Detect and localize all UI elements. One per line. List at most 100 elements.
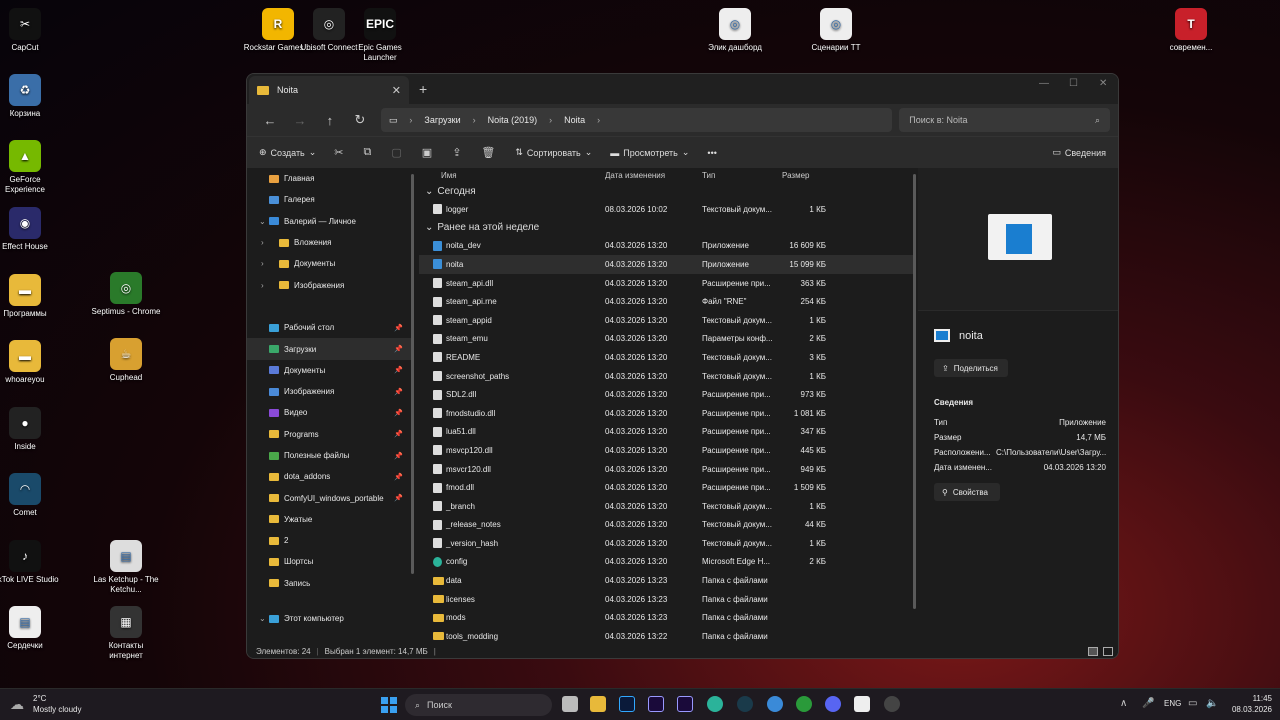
sidebar-item[interactable]: ComfyUI_windows_portable 📌	[247, 487, 413, 508]
file-row[interactable]: steam_api.rne 04.03.2026 13:20 Файл "RNE" 2…	[419, 292, 914, 311]
close-window-button[interactable]: ✕	[1099, 78, 1107, 89]
file-row[interactable]: steam_appid 04.03.2026 13:20 Текстовый док…	[419, 311, 914, 330]
file-row[interactable]: msvcp120.dll 04.03.2026 13:20 Расширение п…	[419, 441, 914, 460]
file-row[interactable]: noita 04.03.2026 13:20 Приложение 15 099 КБ	[419, 255, 914, 274]
file-row[interactable]: data 04.03.2026 13:23 Папка с файлами	[419, 571, 914, 590]
column-name[interactable]: Имя	[441, 171, 457, 180]
file-row[interactable]: _branch 04.03.2026 13:20 Текстовый докум..…	[419, 497, 914, 516]
chrome-icon[interactable]	[796, 696, 812, 712]
weather-icon[interactable]: ☁	[10, 696, 24, 713]
new-tab-button[interactable]: +	[419, 81, 427, 97]
sidebar-item[interactable]: Рабочий стол 📌	[247, 317, 413, 338]
forward-button[interactable]: →	[285, 113, 315, 128]
sidebar-item[interactable]: › Вложения	[247, 232, 413, 253]
sidebar-item[interactable]: › Документы	[247, 253, 413, 274]
sidebar-item[interactable]: Видео 📌	[247, 402, 413, 423]
start-button[interactable]	[381, 697, 397, 713]
file-row[interactable]: README 04.03.2026 13:20 Текстовый докум...…	[419, 348, 914, 367]
desktop-icon[interactable]: ◎ Элик дашборд	[700, 8, 770, 53]
minimize-button[interactable]: —	[1039, 78, 1049, 89]
sidebar-item[interactable]: Шортсы	[247, 551, 413, 572]
desktop-icon[interactable]: ▲ GeForce Experience	[0, 140, 60, 195]
search-input[interactable]: Поиск в: Noita ⌕	[899, 108, 1111, 132]
file-explorer-taskbar-icon[interactable]	[590, 696, 606, 712]
edge-icon[interactable]	[707, 696, 723, 712]
file-row[interactable]: licenses 04.03.2026 13:23 Папка с файлами	[419, 590, 914, 609]
refresh-button[interactable]: ↻	[345, 112, 375, 128]
desktop-icon[interactable]: ◎ Сценарии ТТ	[801, 8, 871, 53]
file-row[interactable]: msvcr120.dll 04.03.2026 13:20 Расширение п…	[419, 460, 914, 479]
more-button[interactable]: •••	[707, 148, 716, 158]
group-header-today[interactable]: ⌄ Сегодня	[419, 182, 914, 200]
sidebar-item[interactable]: ⌄ Валерий — Личное	[247, 211, 413, 232]
breadcrumb-item[interactable]: Noita	[564, 115, 585, 125]
desktop-icon[interactable]: ▤ Las Ketchup - The Ketchu...	[91, 540, 161, 595]
file-row[interactable]: mods 04.03.2026 13:23 Папка с файлами	[419, 608, 914, 627]
breadcrumb-item[interactable]: Загрузки	[424, 115, 460, 125]
details-view-toggle[interactable]	[1088, 647, 1098, 656]
sidebar-item[interactable]: Ужатые	[247, 509, 413, 530]
desktop-icon[interactable]: ♪ TikTok LIVE Studio	[0, 540, 60, 585]
maximize-button[interactable]: ☐	[1069, 78, 1078, 89]
chevron-right-icon[interactable]: ›	[261, 259, 264, 268]
tab-close-button[interactable]: ✕	[392, 84, 401, 97]
task-view-icon[interactable]	[562, 696, 578, 712]
sidebar-item[interactable]: Programs 📌	[247, 424, 413, 445]
file-row[interactable]: noita_dev 04.03.2026 13:20 Приложение 16 60…	[419, 237, 914, 256]
desktop-icon[interactable]: ▬ Программы	[0, 274, 60, 319]
file-row[interactable]: logger 08.03.2026 10:02 Текстовый докум...…	[419, 200, 914, 219]
file-row[interactable]: config 04.03.2026 13:20 Microsoft Edge H..…	[419, 553, 914, 572]
photoshop-icon[interactable]	[619, 696, 635, 712]
clock-time[interactable]: 11:45	[1232, 694, 1272, 703]
cut-icon[interactable]: ✂	[334, 146, 343, 159]
desktop-icon[interactable]: ▦ Контакты интернет	[91, 606, 161, 661]
properties-button[interactable]: ⚲ Свойства	[934, 483, 1000, 501]
desktop-icon[interactable]: ▬ whoareyou	[0, 340, 60, 385]
language-indicator[interactable]: ENG	[1164, 699, 1181, 708]
after-effects-icon[interactable]	[677, 696, 693, 712]
sidebar-item[interactable]: Загрузки 📌	[247, 338, 413, 360]
file-row[interactable]: fmodstudio.dll 04.03.2026 13:20 Расширение…	[419, 404, 914, 423]
tab-noita[interactable]: Noita ✕	[249, 76, 409, 104]
column-date[interactable]: Дата изменения	[605, 171, 665, 180]
up-button[interactable]: ↑	[315, 113, 345, 128]
view-button[interactable]: ▬ Просмотреть ⌄	[610, 147, 689, 158]
rename-icon[interactable]: ▣	[422, 146, 432, 159]
file-row[interactable]: lua51.dll 04.03.2026 13:20 Расширение при.…	[419, 423, 914, 442]
file-row[interactable]: screenshot_paths 04.03.2026 13:20 Текстовы…	[419, 367, 914, 386]
desktop-icon[interactable]: ● Inside	[0, 407, 60, 452]
breadcrumb-item[interactable]: Noita (2019)	[488, 115, 538, 125]
sidebar-item[interactable]: Галерея	[247, 189, 413, 210]
noita-taskbar-icon[interactable]	[854, 696, 870, 712]
volume-icon[interactable]: 🔈	[1206, 698, 1218, 709]
delete-icon[interactable]: 🗑	[481, 146, 495, 159]
file-row[interactable]: SDL2.dll 04.03.2026 13:20 Расширение при..…	[419, 385, 914, 404]
clock-date[interactable]: 08.03.2026	[1222, 705, 1272, 714]
network-icon[interactable]: ▭	[1188, 698, 1197, 709]
sidebar-item[interactable]: Документы 📌	[247, 360, 413, 381]
create-button[interactable]: ⊕ Создать ⌄	[259, 147, 316, 158]
chevron-down-icon[interactable]: ⌄	[259, 217, 266, 226]
desktop-icon[interactable]: Tсовремен...	[1156, 8, 1226, 53]
microphone-icon[interactable]: 🎤	[1142, 698, 1154, 709]
sidebar-item[interactable]: Изображения 📌	[247, 381, 413, 402]
chevron-down-icon[interactable]: ⌄	[259, 614, 266, 623]
column-type[interactable]: Тип	[702, 171, 715, 180]
file-row[interactable]: fmod.dll 04.03.2026 13:20 Расширение при..…	[419, 478, 914, 497]
desktop-icon[interactable]: EPIC Epic Games Launcher	[345, 8, 415, 63]
desktop-icon[interactable]: ▤ Сердечки	[0, 606, 60, 651]
share-button[interactable]: ⇪ Поделиться	[934, 359, 1008, 377]
telegram-icon[interactable]	[767, 696, 783, 712]
sidebar-item[interactable]: dota_addons 📌	[247, 466, 413, 487]
file-row[interactable]: steam_emu 04.03.2026 13:20 Параметры конф.…	[419, 330, 914, 349]
sidebar-item[interactable]: Главная	[247, 168, 413, 189]
sort-button[interactable]: ⇅ Сортировать ⌄	[515, 147, 592, 158]
tiles-view-toggle[interactable]	[1103, 647, 1113, 656]
content-scrollbar[interactable]	[913, 174, 916, 609]
column-size[interactable]: Размер	[782, 171, 810, 180]
taskbar-search[interactable]: ⌕ Поиск	[405, 694, 552, 716]
group-header-week[interactable]: ⌄ Ранее на этой неделе	[419, 219, 914, 237]
address-bar[interactable]: ▭ › Загрузки › Noita (2019) › Noita ›	[380, 108, 893, 132]
sidebar-item-this-pc[interactable]: ⌄ Этот компьютер	[247, 608, 413, 629]
discord-icon[interactable]	[825, 696, 841, 712]
